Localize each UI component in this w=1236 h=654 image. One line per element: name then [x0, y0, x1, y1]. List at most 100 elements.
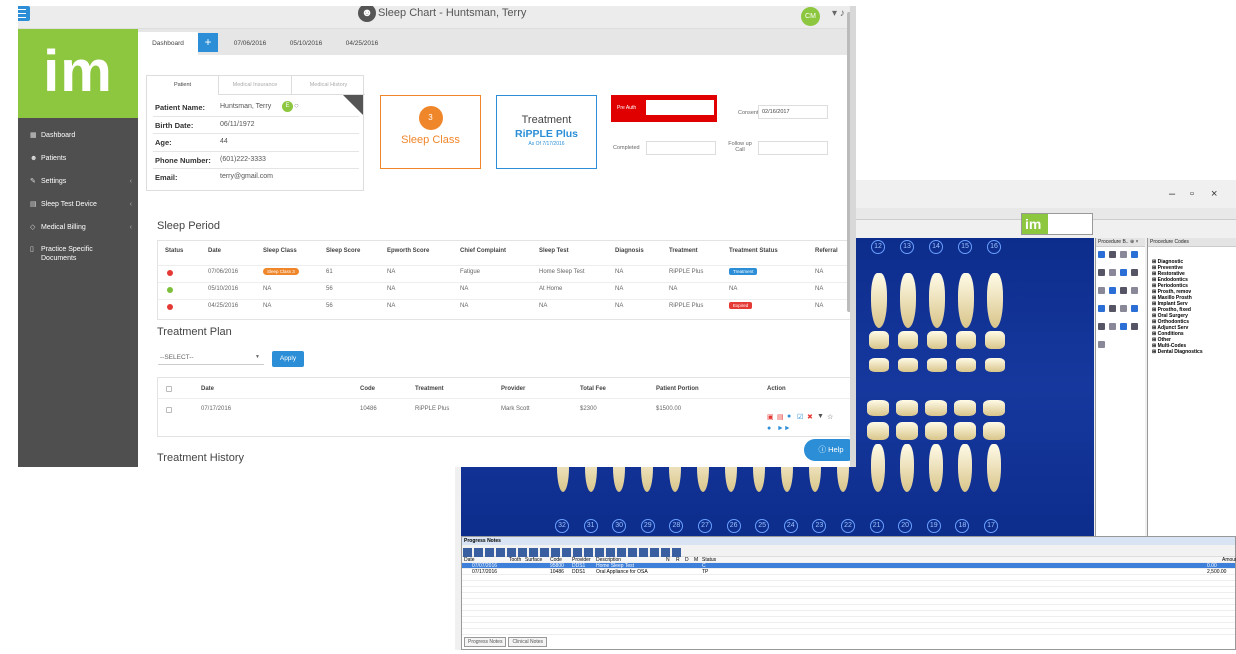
procedure-icon[interactable]	[1098, 341, 1105, 348]
toolbar-button-icon[interactable]	[551, 548, 560, 557]
procedure-icon[interactable]	[1131, 323, 1138, 330]
tab-clinical-notes[interactable]: Clinical Notes	[508, 637, 548, 647]
help-button[interactable]: ⓘ Help	[804, 439, 850, 461]
tab-patient[interactable]: Patient	[147, 76, 219, 95]
procedure-icon[interactable]	[1120, 287, 1127, 294]
sidebar-item[interactable]: ▤ Sleep Test Device ‹	[18, 193, 138, 216]
edit-corner-icon[interactable]	[343, 95, 363, 115]
consent-input[interactable]: 02/16/2017	[758, 105, 828, 119]
row-checkbox[interactable]	[166, 407, 172, 413]
sidebar-item[interactable]: ✎ Settings ‹	[18, 170, 138, 193]
tooth-number[interactable]: 32	[555, 519, 569, 533]
procedure-icon[interactable]	[1131, 269, 1138, 276]
procedure-icon[interactable]	[1120, 323, 1127, 330]
toolbar-button-icon[interactable]	[562, 548, 571, 557]
pre-auth-input[interactable]	[646, 100, 714, 115]
pdf-icon[interactable]: ▣	[767, 413, 774, 421]
toolbar-button-icon[interactable]	[463, 548, 472, 557]
toolbar-button-icon[interactable]	[650, 548, 659, 557]
tooth-number[interactable]: 18	[955, 519, 970, 533]
user-avatar[interactable]: CM	[801, 7, 820, 26]
procedure-icon[interactable]	[1109, 287, 1116, 294]
tooth-number[interactable]: 25	[755, 519, 770, 533]
tooth-number[interactable]: 17	[984, 519, 998, 533]
tab-date-3[interactable]: 04/25/2016	[336, 32, 388, 55]
select-all-checkbox[interactable]	[166, 386, 172, 392]
toolbar-button-icon[interactable]	[474, 548, 483, 557]
toolbar-button-icon[interactable]	[485, 548, 494, 557]
tooth-number[interactable]: 28	[669, 519, 684, 533]
procedure-icon[interactable]	[1131, 305, 1138, 312]
sidebar-item[interactable]: ▦ Dashboard	[18, 124, 138, 147]
toolbar-button-icon[interactable]	[628, 548, 637, 557]
tab-date-1[interactable]: 07/06/2016	[224, 32, 276, 55]
chat-icon[interactable]: ●	[767, 425, 771, 432]
toolbar-button-icon[interactable]	[529, 548, 538, 557]
tooth-number[interactable]: 23	[812, 519, 827, 533]
procedure-icon[interactable]	[1120, 269, 1127, 276]
tooth-number[interactable]: 30	[612, 519, 627, 533]
tooth-number[interactable]: 27	[698, 519, 712, 533]
completed-input[interactable]	[646, 141, 716, 155]
apply-button[interactable]: Apply	[272, 351, 304, 367]
toolbar-button-icon[interactable]	[595, 548, 604, 557]
toolbar-button-icon[interactable]	[573, 548, 582, 557]
bell-icon[interactable]: ▾ ♪	[832, 8, 845, 19]
tooth-number[interactable]: 15	[958, 240, 972, 254]
toolbar-button-icon[interactable]	[518, 548, 527, 557]
add-tab-button[interactable]: +	[198, 33, 218, 52]
close-window-button[interactable]: ×	[1211, 188, 1217, 200]
tab-date-2[interactable]: 05/10/2016	[280, 32, 332, 55]
tooth-number[interactable]: 21	[869, 519, 884, 533]
sleep-class-box[interactable]: 3 Sleep Class	[380, 95, 481, 169]
procedure-icon[interactable]	[1120, 305, 1127, 312]
tooth-number[interactable]: 22	[841, 519, 855, 533]
chevron-left-icon[interactable]: ‹	[130, 216, 132, 239]
procedure-icon[interactable]	[1120, 251, 1127, 258]
tab-dashboard[interactable]: Dashboard	[138, 32, 198, 55]
procedure-icon[interactable]	[1098, 323, 1105, 330]
sidebar-item[interactable]: ▯ Practice Specific Documents	[18, 239, 138, 269]
tooth-number[interactable]: 13	[900, 240, 914, 254]
tab-progress-notes[interactable]: Progress Notes	[464, 637, 507, 647]
procedure-icon[interactable]	[1109, 269, 1116, 276]
toolbar-button-icon[interactable]	[606, 548, 615, 557]
toolbar-button-icon[interactable]	[540, 548, 549, 557]
procedure-icon[interactable]	[1098, 305, 1105, 312]
thumbs-down-icon[interactable]: ▼	[817, 413, 824, 420]
minimize-button[interactable]: –	[1169, 188, 1175, 200]
chat-icon[interactable]: ○	[294, 101, 299, 110]
delete-icon[interactable]: ✖	[807, 413, 813, 421]
tooth-number[interactable]: 14	[929, 240, 943, 254]
tooth-number[interactable]: 31	[583, 519, 598, 533]
sidebar-item[interactable]: ☻ Patients	[18, 147, 138, 170]
tooth-number[interactable]: 26	[726, 519, 741, 533]
toolbar-button-icon[interactable]	[584, 548, 593, 557]
procedure-icon[interactable]	[1131, 251, 1138, 258]
treatment-select[interactable]: --SELECT-- ▼	[158, 350, 264, 365]
procedure-icon[interactable]	[1109, 323, 1116, 330]
procedure-icon[interactable]	[1109, 305, 1116, 312]
toolbar-button-icon[interactable]	[661, 548, 670, 557]
check-icon[interactable]: ☑	[797, 413, 803, 421]
star-icon[interactable]: ☆	[827, 413, 833, 421]
scrollbar[interactable]	[847, 12, 850, 312]
toolbar-button-icon[interactable]	[507, 548, 516, 557]
procedure-icon[interactable]	[1131, 287, 1138, 294]
toolbar-button-icon[interactable]	[496, 548, 505, 557]
procedure-icon[interactable]	[1098, 287, 1105, 294]
tooth-number[interactable]: 19	[926, 519, 941, 533]
procedure-icon[interactable]	[1098, 269, 1105, 276]
tab-medical-history[interactable]: Medical History	[292, 76, 365, 95]
toolbar-button-icon[interactable]	[672, 548, 681, 557]
followup-input[interactable]	[758, 141, 828, 155]
menu-toggle-button[interactable]	[18, 6, 30, 21]
tooth-number[interactable]: 12	[871, 240, 885, 254]
tooth-number[interactable]: 20	[898, 519, 913, 533]
document-icon[interactable]: ▤	[777, 413, 784, 421]
toolbar-button-icon[interactable]	[639, 548, 648, 557]
tooth-number[interactable]: 16	[987, 240, 1001, 254]
treatment-box[interactable]: Treatment RiPPLE Plus As Of 7/17/2016	[496, 95, 597, 169]
tooth-number[interactable]: 24	[783, 519, 798, 533]
chevron-left-icon[interactable]: ‹	[130, 170, 132, 193]
